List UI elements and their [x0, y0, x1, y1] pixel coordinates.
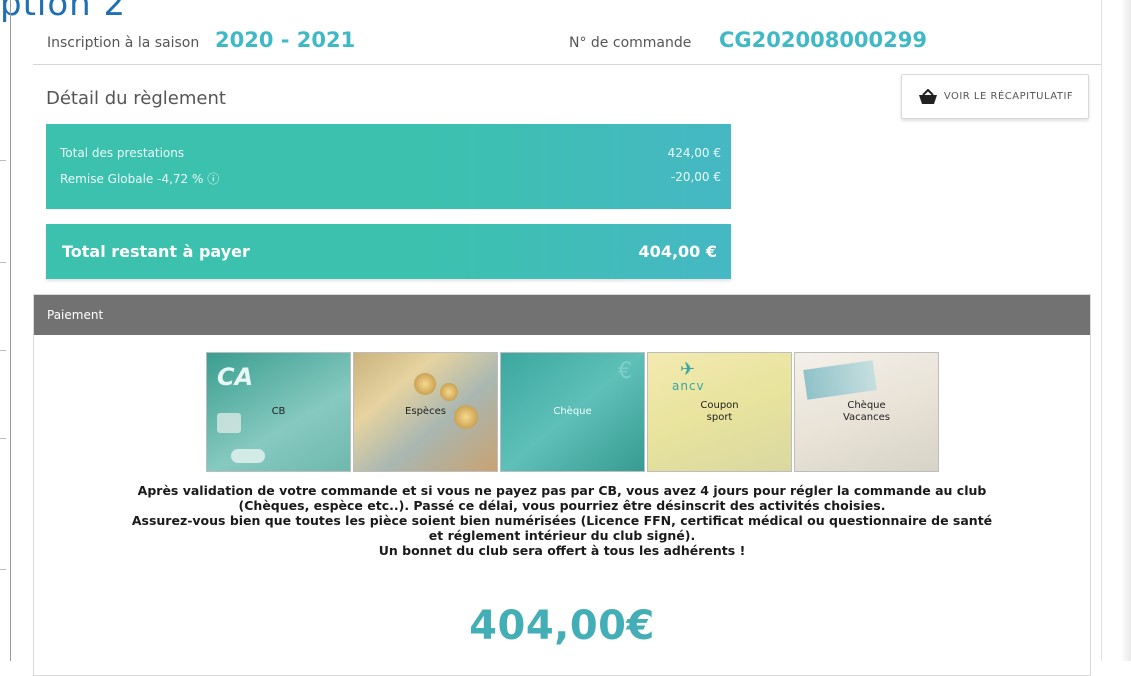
basket-icon: [918, 88, 937, 104]
payment-method-label: Chèque Vacances: [842, 400, 891, 423]
notice-line: Un bonnet du club sera offert à tous les…: [378, 543, 746, 558]
total-services-row: Total des prestations 424,00 €: [60, 146, 721, 160]
global-discount-value: -20,00 €: [670, 170, 721, 184]
ancv-logo: ancv: [672, 379, 705, 393]
left-border: [10, 0, 11, 661]
right-border: [1101, 0, 1102, 661]
cash-icon: [414, 373, 436, 395]
coin-icon: [440, 383, 458, 401]
payment-detail-title: Détail du règlement: [46, 88, 226, 109]
left-tick: [0, 438, 6, 439]
global-discount-row: Remise Globale -4,72 % ⓘ -20,00 €: [60, 170, 721, 187]
view-summary-label: VOIR LE RÉCAPITULATIF: [943, 91, 1074, 102]
season-value: 2020 - 2021: [215, 28, 356, 52]
scroll-shadow: [1121, 0, 1131, 661]
payment-methods: CA CB Espèces € Chèque ✈ ancv Coupon spo…: [206, 352, 941, 472]
amount-due: 404,00€: [469, 603, 655, 649]
left-tick: [0, 569, 6, 570]
totals-box: Total des prestations 424,00 € Remise Gl…: [46, 124, 731, 209]
remaining-total-box: Total restant à payer 404,00 €: [46, 224, 731, 279]
order-header: Inscription à la saison 2020 - 2021 N° d…: [33, 27, 1101, 63]
notice-line: Après validation de votre commande et si…: [137, 483, 987, 498]
page-heading-fragment: ption 2: [0, 0, 127, 24]
payment-panel-heading: Paiement: [34, 295, 1090, 335]
view-summary-button[interactable]: VOIR LE RÉCAPITULATIF: [901, 74, 1089, 119]
notice-line: Assurez-vous bien que toutes les pièce s…: [131, 513, 993, 528]
payment-notice: Après validation de votre commande et si…: [34, 483, 1090, 558]
notice-line: (Chèques, espèce etc..). Passé ce délai,…: [238, 498, 886, 513]
vacation-cheque-icon: [803, 360, 877, 400]
order-number-label: N° de commande: [569, 35, 692, 51]
coupon-icon: ✈: [680, 359, 696, 380]
payment-method-label: CB: [271, 406, 286, 417]
header-divider: [33, 64, 1101, 65]
notice-line: et réglement intérieur du club signé).: [428, 528, 696, 543]
total-services-value: 424,00 €: [667, 146, 721, 160]
remaining-total-label: Total restant à payer: [62, 242, 250, 261]
payment-method-cheque[interactable]: € Chèque: [500, 352, 645, 472]
payment-method-cash[interactable]: Espèces: [353, 352, 498, 472]
season-label: Inscription à la saison: [47, 35, 200, 51]
payment-method-label: Coupon sport: [700, 400, 739, 423]
cheque-icon: €: [618, 359, 632, 384]
payment-method-coupon-sport[interactable]: ✈ ancv Coupon sport: [647, 352, 792, 472]
left-tick: [0, 160, 6, 161]
payment-method-cheque-vacances[interactable]: Chèque Vacances: [794, 352, 939, 472]
payment-panel: Paiement CA CB Espèces € Chèque ✈ ancv C…: [33, 294, 1091, 676]
left-tick: [0, 350, 6, 351]
payment-method-label: Chèque: [553, 406, 592, 417]
payment-method-label: Espèces: [405, 406, 446, 417]
payment-method-cb[interactable]: CA CB: [206, 352, 351, 472]
remaining-total-value: 404,00 €: [638, 242, 717, 261]
credit-card-icon: CA: [217, 363, 254, 391]
order-number-value: CG202008000299: [719, 28, 927, 52]
global-discount-label[interactable]: Remise Globale -4,72 % ⓘ: [60, 170, 219, 187]
left-tick: [0, 262, 6, 263]
total-services-label: Total des prestations: [60, 146, 185, 160]
card-brand-icon: [231, 449, 265, 463]
